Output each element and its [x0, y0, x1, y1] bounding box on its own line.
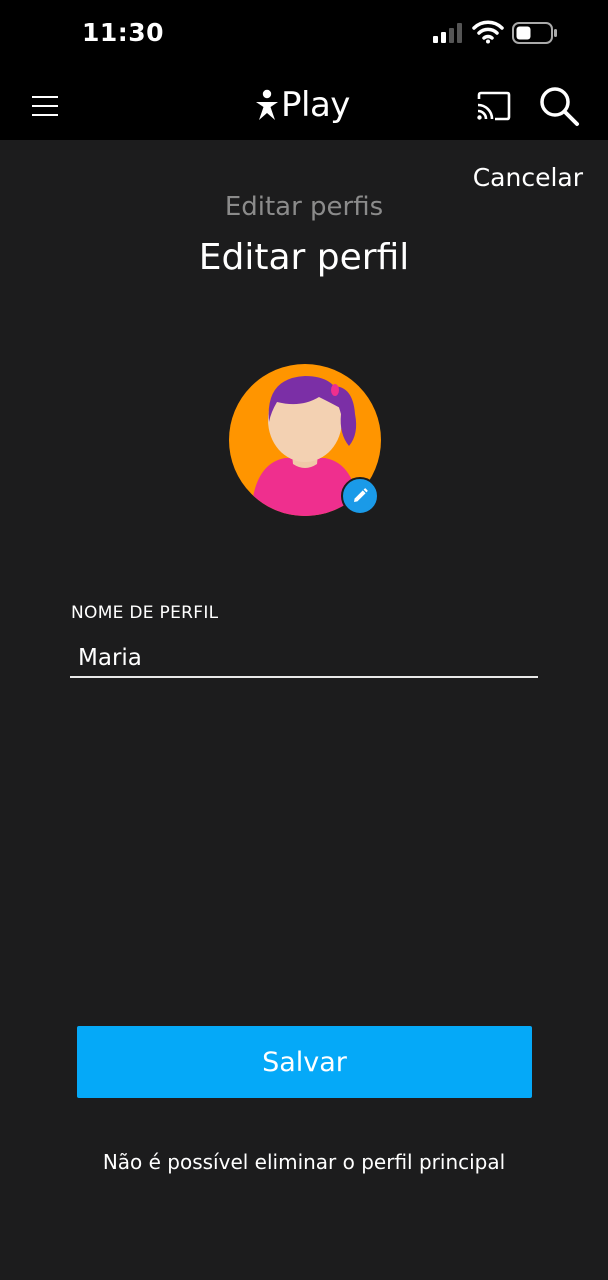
hamburger-menu-icon[interactable] — [32, 95, 58, 117]
pencil-icon — [354, 488, 368, 502]
edit-avatar-button[interactable] — [341, 477, 379, 515]
app-logo[interactable]: Play — [255, 82, 350, 128]
profile-name-label: NOME DE PERFIL — [71, 603, 219, 623]
save-button[interactable]: Salvar — [77, 1026, 532, 1098]
logo-figure-icon — [256, 89, 278, 120]
profile-name-value[interactable]: Maria — [78, 645, 142, 671]
main-profile-notice: Não é possível eliminar o perfil princip… — [102, 1150, 506, 1174]
wifi-icon — [472, 20, 504, 44]
app-name: Play — [281, 85, 350, 125]
search-icon[interactable] — [538, 85, 580, 127]
battery-icon — [512, 22, 557, 44]
cancel-button[interactable]: Cancelar — [473, 163, 583, 192]
breadcrumb: Editar perfis — [224, 192, 384, 222]
profile-name-input[interactable]: Maria — [70, 640, 538, 678]
page-title: Editar perfil — [198, 237, 410, 278]
status-time: 11:30 — [82, 18, 165, 47]
signal-icon — [433, 23, 462, 43]
cast-icon[interactable] — [475, 90, 511, 122]
